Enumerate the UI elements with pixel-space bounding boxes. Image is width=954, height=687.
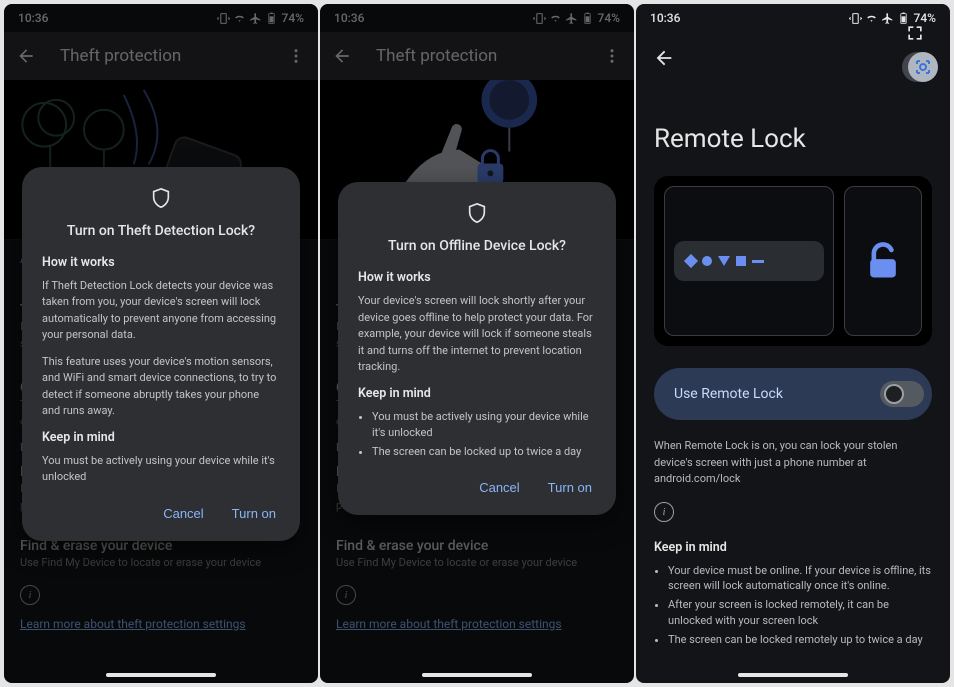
dialog-text: Your device's screen will lock shortly a… xyxy=(358,293,596,376)
dialog-title: Turn on Offline Device Lock? xyxy=(358,238,596,254)
dialog-title: Turn on Theft Detection Lock? xyxy=(42,223,280,239)
gesture-nav-bar[interactable] xyxy=(422,673,532,677)
dialog-heading: How it works xyxy=(358,270,596,285)
turn-on-button[interactable]: Turn on xyxy=(544,474,596,501)
remote-lock-screen: Remote Lock Use Remote Lock xyxy=(636,70,950,661)
lens-icon xyxy=(914,58,932,76)
remote-lock-switch[interactable] xyxy=(880,381,924,407)
status-time: 10:36 xyxy=(650,11,680,25)
list-item: The screen can be locked remotely up to … xyxy=(668,632,932,648)
unlock-icon xyxy=(861,239,905,283)
keep-in-mind-list: Your device must be online. If your devi… xyxy=(654,563,932,649)
cancel-button[interactable]: Cancel xyxy=(159,500,207,527)
gesture-nav-bar[interactable] xyxy=(738,673,848,677)
status-bar: 10:36 74% xyxy=(636,4,950,32)
dialog-heading: How it works xyxy=(42,255,280,270)
cancel-button[interactable]: Cancel xyxy=(475,474,523,501)
shield-icon xyxy=(150,187,172,209)
gesture-nav-bar[interactable] xyxy=(106,673,216,677)
back-button[interactable] xyxy=(652,46,676,70)
select-handle-icon[interactable] xyxy=(904,22,926,44)
dialog-scrim[interactable]: Turn on Theft Detection Lock? How it wor… xyxy=(4,4,318,683)
dialog-heading: Keep in mind xyxy=(358,386,596,401)
list-item: Your device must be online. If your devi… xyxy=(668,563,932,595)
dialog-heading: Keep in mind xyxy=(42,430,280,445)
info-icon[interactable]: i xyxy=(654,502,674,522)
password-pill xyxy=(674,241,824,281)
shape-icon xyxy=(718,256,730,266)
dialog-text: If Theft Detection Lock detects your dev… xyxy=(42,278,280,344)
dialog-list-item: The screen can be locked up to twice a d… xyxy=(372,444,596,461)
vibrate-icon xyxy=(849,12,862,25)
shield-icon xyxy=(466,202,488,224)
remote-lock-description: When Remote Lock is on, you can lock you… xyxy=(654,438,932,488)
use-remote-lock-row[interactable]: Use Remote Lock xyxy=(654,368,932,420)
keep-in-mind-heading: Keep in mind xyxy=(654,540,932,555)
list-item: After your screen is locked remotely, it… xyxy=(668,597,932,629)
shape-icon xyxy=(702,256,712,266)
lens-chip[interactable] xyxy=(908,52,938,82)
airplane-icon xyxy=(881,12,894,25)
dialog-actions: Cancel Turn on xyxy=(42,500,280,527)
shape-icon xyxy=(684,254,698,268)
page-title: Remote Lock xyxy=(654,124,932,154)
arrow-back-icon xyxy=(653,47,675,69)
turn-on-button[interactable]: Turn on xyxy=(228,500,280,527)
status-icons xyxy=(849,12,910,25)
phone-screen-1: 10:36 74% Theft protection xyxy=(4,4,318,683)
dialog-text: You must be actively using your device w… xyxy=(42,453,280,486)
theft-detection-dialog: Turn on Theft Detection Lock? How it wor… xyxy=(22,167,300,541)
dialog-text: This feature uses your device's motion s… xyxy=(42,354,280,420)
shape-icon xyxy=(736,256,746,266)
offline-lock-dialog: Turn on Offline Device Lock? How it work… xyxy=(338,182,616,515)
toggle-label: Use Remote Lock xyxy=(674,386,783,402)
phone-screen-3: 10:36 74% Remote Lock xyxy=(636,4,950,683)
dialog-scrim[interactable]: Turn on Offline Device Lock? How it work… xyxy=(320,4,634,683)
illustration-remote-lock xyxy=(654,176,932,346)
dialog-list-item: You must be actively using your device w… xyxy=(372,409,596,442)
wifi-icon xyxy=(865,12,878,25)
dialog-actions: Cancel Turn on xyxy=(358,474,596,501)
shape-icon xyxy=(752,260,764,263)
phone-screen-2: 10:36 74% Theft protection xyxy=(320,4,634,683)
